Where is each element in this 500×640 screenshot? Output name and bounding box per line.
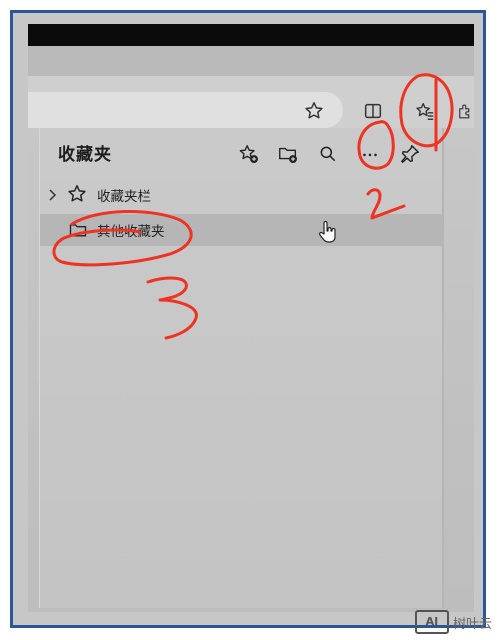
pin-icon[interactable] [397,141,423,167]
extensions-icon[interactable] [456,98,474,124]
favorites-icon[interactable] [412,98,438,124]
folder-plus-icon[interactable] [275,141,301,167]
chevron-right-icon[interactable] [48,187,58,206]
watermark-logo: AI [414,610,449,634]
hand-cursor-icon [318,220,338,248]
folder-icon [68,220,88,244]
search-icon[interactable] [315,141,341,167]
star-icon [66,183,88,209]
favorites-bar-item[interactable]: 收藏夹栏 [40,179,442,211]
other-favorites-label: 其他收藏夹 [97,224,165,240]
watermark-text: 树叶云 [452,616,492,632]
favorites-bar-label: 收藏夹栏 [97,189,151,205]
tab-strip [28,46,474,76]
split-screen-icon[interactable] [360,98,386,124]
other-favorites-item[interactable]: 其他收藏夹 [40,214,442,246]
monitor-bezel [28,24,474,46]
watermark: AI 树叶云 [414,610,492,634]
star-icon[interactable] [301,98,327,124]
star-plus-icon[interactable] [236,141,262,167]
address-bar[interactable] [28,92,343,128]
more-options-icon[interactable] [357,141,383,167]
panel-title: 收藏夹 [58,145,112,165]
